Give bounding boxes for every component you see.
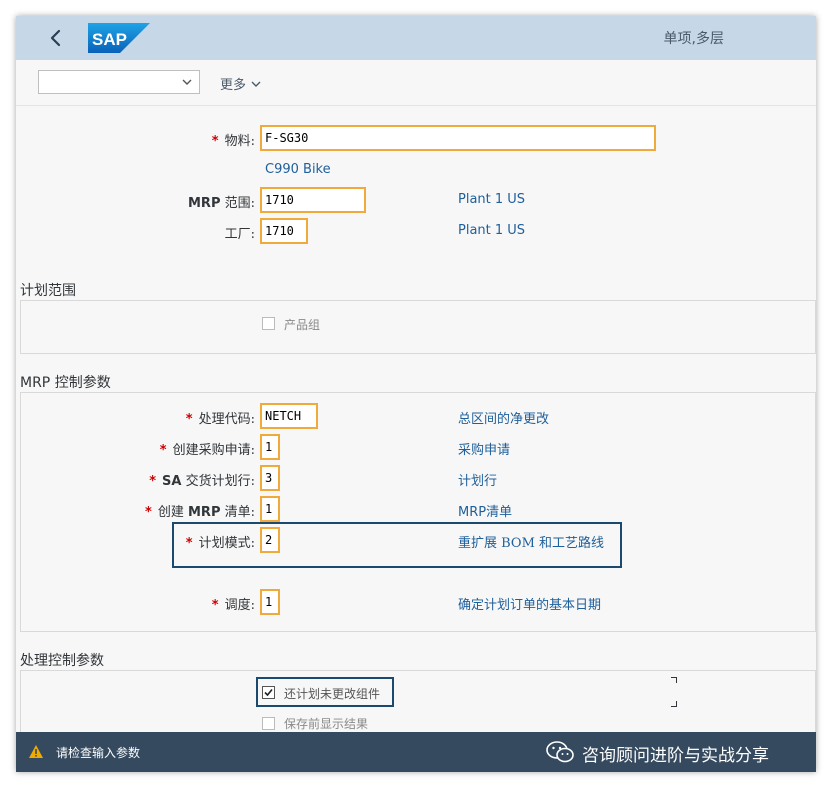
processing-key-label: * 处理代码: — [185, 412, 255, 427]
app-window: SAP 单项,多层 更多 * 物料: F-SG30 C990 Bike MRP 范… — [16, 16, 816, 772]
material-label: * 物料: — [211, 134, 255, 149]
scheduling-label: * 调度: — [211, 598, 255, 613]
create-pr-label: * 创建采购申请: — [159, 443, 255, 458]
process-control-panel — [20, 670, 816, 740]
save-results-label: 保存前显示结果 — [284, 717, 369, 731]
scheduling-description: 确定计划订单的基本日期 — [458, 598, 602, 613]
checkmark-icon — [264, 688, 273, 697]
required-indicator: * — [159, 443, 167, 458]
back-button[interactable] — [44, 26, 68, 50]
required-indicator: * — [149, 474, 157, 489]
planning-mode-description: 重扩展 BOM 和工艺路线 — [458, 536, 605, 551]
chevron-down-icon — [182, 79, 192, 85]
sap-logo: SAP — [88, 23, 150, 53]
required-indicator: * — [211, 598, 219, 613]
also-plan-unchanged-checkbox[interactable] — [262, 686, 275, 699]
process-control-title: 处理控制参数 — [20, 653, 104, 669]
create-mrp-list-input[interactable]: 1 — [260, 496, 280, 522]
wechat-icon — [546, 741, 574, 763]
material-input[interactable]: F-SG30 — [260, 125, 656, 151]
planning-mode-label: * 计划模式: — [185, 536, 255, 551]
required-indicator: * — [211, 134, 219, 149]
page-title: 单项,多层 — [663, 31, 724, 47]
svg-text:SAP: SAP — [92, 30, 127, 49]
create-mrp-list-label: * 创建 MRP 清单: — [145, 505, 255, 520]
product-group-checkbox[interactable] — [262, 317, 275, 330]
material-description: C990 Bike — [265, 162, 331, 177]
create-pr-description: 采购申请 — [458, 443, 511, 458]
back-icon — [50, 29, 61, 47]
toolbar: 更多 — [16, 60, 816, 106]
more-button[interactable]: 更多 — [220, 74, 262, 93]
create-mrp-list-description: MRP清单 — [458, 505, 513, 520]
more-label: 更多 — [220, 78, 247, 93]
corner-mark — [671, 677, 677, 683]
sa-schedule-label: * SA 交货计划行: — [149, 474, 255, 489]
product-group-label: 产品组 — [284, 318, 321, 332]
planning-scope-panel — [20, 300, 816, 354]
processing-key-description: 总区间的净更改 — [458, 412, 550, 427]
chevron-down-icon — [251, 81, 261, 87]
plant-label: 工厂: — [224, 227, 255, 242]
corner-mark — [671, 701, 677, 707]
mrp-area-description: Plant 1 US — [458, 192, 526, 207]
variant-select[interactable] — [38, 70, 200, 94]
required-indicator: * — [145, 505, 152, 520]
shell-header: SAP 单项,多层 — [16, 16, 816, 60]
sa-schedule-description: 计划行 — [458, 474, 498, 489]
warning-icon — [29, 745, 43, 758]
mrp-control-title: MRP 控制参数 — [20, 375, 111, 391]
watermark-text: 咨询顾问进阶与实战分享 — [582, 746, 769, 766]
mrp-area-input[interactable]: 1710 — [260, 187, 366, 213]
status-message[interactable]: 请检查输入参数 — [56, 744, 140, 761]
also-plan-unchanged-label: 还计划未更改组件 — [284, 687, 381, 701]
save-results-checkbox[interactable] — [262, 717, 275, 730]
planning-scope-title: 计划范围 — [20, 283, 76, 299]
processing-key-input[interactable]: NETCH — [260, 403, 318, 429]
mrp-area-label: MRP 范围: — [188, 196, 255, 211]
plant-description: Plant 1 US — [458, 223, 526, 238]
mrp-control-panel — [20, 392, 816, 632]
scheduling-input[interactable]: 1 — [260, 589, 280, 615]
plant-input[interactable]: 1710 — [260, 218, 308, 244]
required-indicator: * — [185, 536, 193, 551]
required-indicator: * — [185, 412, 193, 427]
create-pr-input[interactable]: 1 — [260, 434, 280, 460]
message-bar: 请检查输入参数 咨询顾问进阶与实战分享 — [16, 732, 816, 772]
sa-schedule-input[interactable]: 3 — [260, 465, 280, 491]
planning-mode-input[interactable]: 2 — [260, 527, 280, 553]
